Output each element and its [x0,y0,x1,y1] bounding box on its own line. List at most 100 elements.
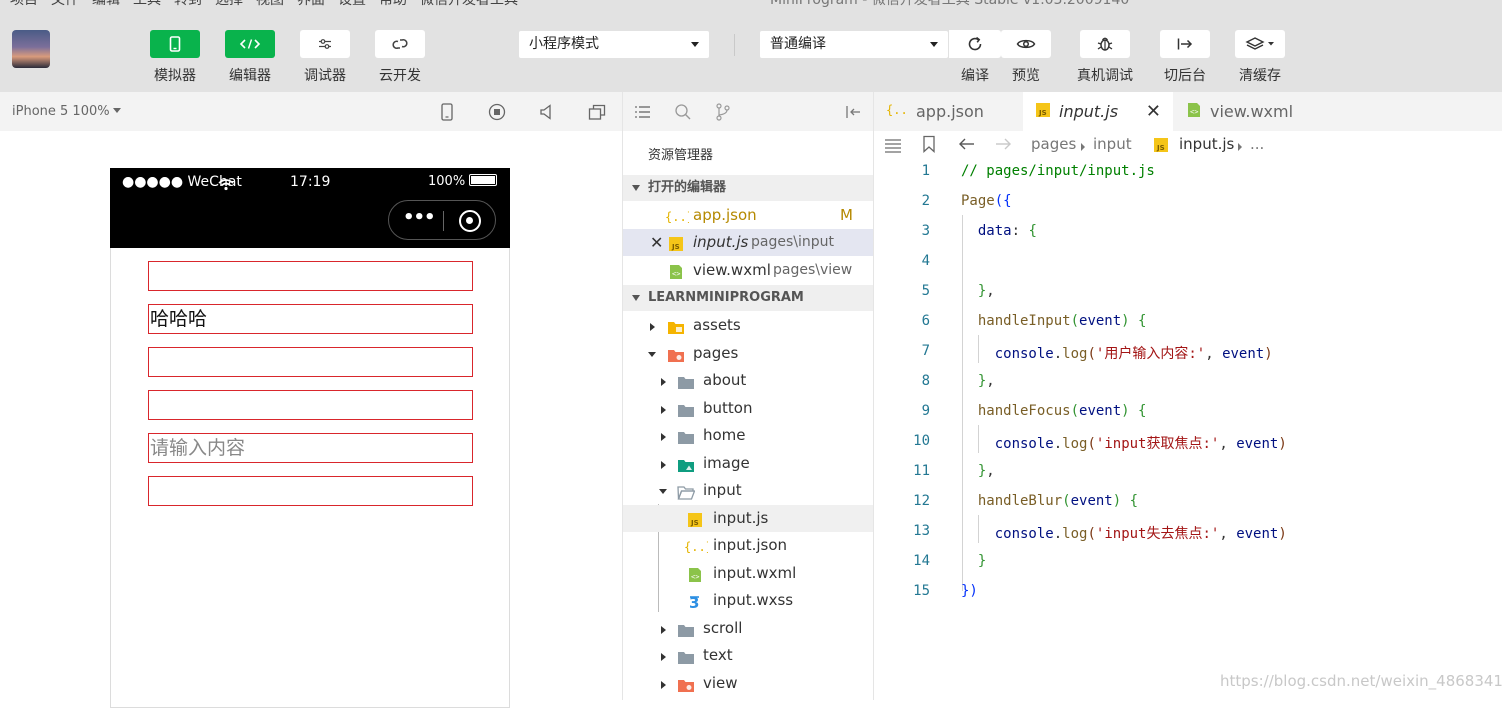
editor-toggle[interactable] [225,30,275,58]
menu-help[interactable]: 帮助 [379,0,407,8]
tab-app-json[interactable]: {..} app.json [874,92,1022,131]
clear-cache-toggle[interactable] [1235,30,1285,58]
tree-file-input-wxss[interactable]: 3 input.wxss [623,587,873,614]
menu-interface[interactable]: 界面 [297,0,325,8]
list-icon[interactable] [633,102,653,122]
tree-file-input-json[interactable]: {..} input.json [623,532,873,559]
breadcrumb: pages input JS input.js ... [874,131,1502,159]
text-input-5[interactable]: 请输入内容 [148,433,473,463]
text-input-4[interactable] [148,390,473,420]
debugger-button[interactable]: 调试器 [300,30,350,85]
background-toggle[interactable] [1160,30,1210,58]
punct-token: : [1011,223,1029,239]
chevron-right-icon [661,461,666,469]
text-input-2[interactable]: 哈哈哈 [148,304,473,334]
bookmark-icon[interactable] [922,135,936,157]
open-editor-app-json[interactable]: {..} app.json M [623,202,873,229]
search-icon[interactable] [673,102,693,122]
tree-file-input-js[interactable]: JS input.js [623,505,873,532]
breadcrumb-file[interactable]: input.js [1179,135,1234,153]
close-app-icon[interactable] [459,210,481,232]
wxml-file-icon: <> [687,565,705,582]
window-icon[interactable] [587,102,607,122]
tree-folder-about[interactable]: about [623,367,873,394]
text-input-1[interactable] [148,261,473,291]
device-select[interactable]: iPhone 5 100% [12,104,121,119]
open-editor-view-wxml[interactable]: <> view.wxml pages\view [623,257,873,284]
line-number: 12 [913,493,930,509]
svg-text:{..}: {..} [684,540,708,554]
menu-select[interactable]: 选择 [215,0,243,8]
open-editor-input-js[interactable]: ✕ JS input.js pages\input [623,229,873,256]
debugger-toggle[interactable] [300,30,350,58]
mode-select[interactable]: 小程序模式 [519,31,709,58]
modified-badge: M [840,206,853,224]
tree-folder-input[interactable]: input [623,477,873,504]
capsule-menu[interactable]: ••• [388,200,496,240]
breadcrumb-more[interactable]: ... [1250,135,1264,153]
compile-toggle[interactable] [949,30,1001,58]
phone-status-bar: ●●●●● WeChat 17:19 100% ••• [110,168,510,248]
tree-folder-home[interactable]: home [623,422,873,449]
text-input-6[interactable] [148,476,473,506]
breadcrumb-input[interactable]: input [1093,135,1132,153]
background-button[interactable]: 切后台 [1160,30,1210,85]
more-icon[interactable]: ••• [403,207,436,228]
menu-tools[interactable]: 工具 [133,0,161,8]
forward-arrow-icon[interactable] [994,137,1012,155]
breadcrumb-pages[interactable]: pages [1031,135,1076,153]
compile-mode-select[interactable]: 普通编译 [760,31,948,58]
stop-icon[interactable] [487,102,507,122]
chevron-right-icon [650,323,655,331]
menu-file[interactable]: 文件 [51,0,79,8]
tree-file-input-wxml[interactable]: <> input.wxml [623,560,873,587]
clear-cache-button[interactable]: 清缓存 [1235,30,1285,85]
tree-folder-image[interactable]: image [623,450,873,477]
code-editor[interactable]: pages input JS input.js ... 1 2 3 4 5 6 … [874,131,1502,700]
menu-settings[interactable]: 设置 [338,0,366,8]
back-arrow-icon[interactable] [958,137,976,155]
code-line-14: } [961,553,986,569]
menu-edit[interactable]: 编辑 [92,0,120,8]
close-icon[interactable]: ✕ [650,229,663,256]
cloud-link-icon [392,39,408,49]
collapse-panel-icon[interactable] [843,102,863,122]
phone-icon[interactable] [437,102,457,122]
cloud-toggle[interactable] [375,30,425,58]
preview-button[interactable]: 预览 [1001,30,1051,85]
tab-view-wxml[interactable]: <> view.wxml [1174,92,1322,131]
bracket-token: { [1129,403,1147,419]
tree-folder-assets[interactable]: assets [623,312,873,339]
menu-goto[interactable]: 转到 [174,0,202,8]
bracket-token: ) [1278,526,1287,542]
menu-project[interactable]: 项目 [10,0,38,8]
tab-input-js[interactable]: JS input.js ✕ [1023,92,1173,131]
tree-folder-button[interactable]: button [623,395,873,422]
avatar[interactable] [12,30,50,68]
list-icon[interactable] [883,136,903,158]
close-icon[interactable]: ✕ [1146,92,1161,131]
line-number: 10 [913,433,930,449]
simulator-button[interactable]: 模拟器 [150,30,200,85]
tree-folder-pages[interactable]: pages [623,340,873,367]
project-section[interactable]: LEARNMINIPROGRAM [623,285,873,311]
tree-folder-text[interactable]: text [623,642,873,669]
menu-devtools[interactable]: 微信开发者工具 [420,0,518,8]
open-editors-section[interactable]: 打开的编辑器 [623,175,873,201]
speaker-icon[interactable] [537,102,557,122]
text-input-3[interactable] [148,347,473,377]
tree-folder-view[interactable]: view [623,670,873,697]
bracket-token: }) [961,583,978,599]
menu-view[interactable]: 视图 [256,0,284,8]
simulator-toggle[interactable] [150,30,200,58]
preview-toggle[interactable] [1001,30,1051,58]
tree-folder-scroll[interactable]: scroll [623,615,873,642]
chevron-right-icon [661,406,666,414]
line-number: 11 [913,463,930,479]
section-label: LEARNMINIPROGRAM [648,290,804,305]
cloud-button[interactable]: 云开发 [375,30,425,85]
remote-debug-toggle[interactable] [1080,30,1130,58]
remote-debug-button[interactable]: 真机调试 [1077,30,1133,85]
branch-icon[interactable] [713,102,733,122]
editor-button[interactable]: 编辑器 [225,30,275,85]
